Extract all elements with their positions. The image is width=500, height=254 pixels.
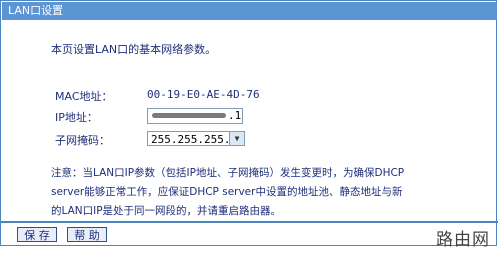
save-button[interactable]: 保 存	[17, 227, 57, 242]
settings-panel: LAN口设置 本页设置LAN口的基本网络参数。 MAC地址： 00-19-E0-…	[0, 0, 498, 246]
dropdown-arrow-icon[interactable]: ▼	[229, 132, 244, 145]
intro-text: 本页设置LAN口的基本网络参数。	[51, 43, 217, 56]
note-text: 注意：当LAN口IP参数（包括IP地址、子网掩码）发生变更时，为确保DHCP s…	[51, 164, 481, 221]
help-button[interactable]: 帮 助	[67, 227, 107, 242]
note-line: 注意：当LAN口IP参数（包括IP地址、子网掩码）发生变更时，为确保DHCP	[51, 167, 405, 179]
note-line: server能够正常工作，应保证DHCP server中设置的地址池、静态地址与…	[51, 186, 403, 198]
divider	[1, 221, 498, 223]
panel-title: LAN口设置	[2, 2, 497, 20]
subnet-select[interactable]: 255.255.255.0 ▼	[147, 131, 245, 146]
panel-content: 本页设置LAN口的基本网络参数。 MAC地址： 00-19-E0-AE-4D-7…	[1, 20, 498, 222]
subnet-value: 255.255.255.0	[151, 133, 238, 146]
note-line: 的LAN口IP是处于同一网段的，并请重启路由器。	[51, 205, 282, 217]
mac-label: MAC地址：	[55, 90, 113, 103]
subnet-label: 子网掩码：	[55, 134, 110, 147]
mac-value: 00-19-E0-AE-4D-76	[147, 88, 260, 101]
ip-redaction	[152, 113, 226, 118]
watermark-logo: 路由网	[436, 230, 490, 250]
ip-visible-tail: .1	[228, 109, 242, 122]
ip-input[interactable]: .1	[147, 108, 243, 124]
ip-label: IP地址：	[55, 111, 98, 124]
